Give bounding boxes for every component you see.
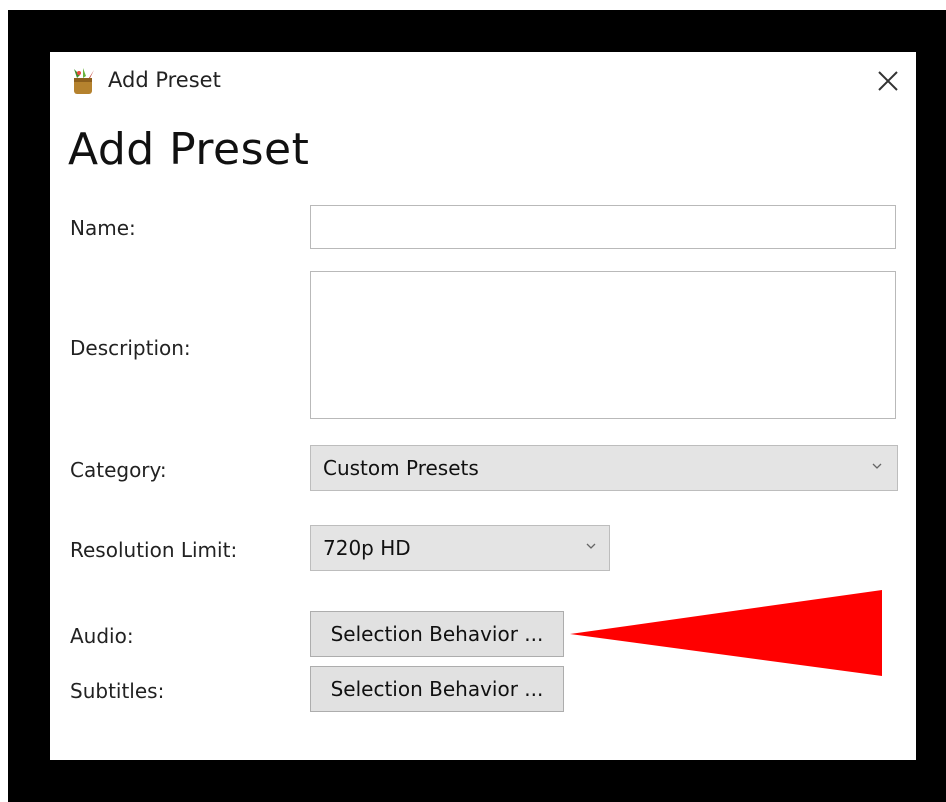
resolution-limit-selected-value: 720p HD (323, 536, 411, 560)
close-button[interactable] (870, 66, 906, 96)
chevron-down-icon (872, 463, 882, 469)
name-label: Name: (70, 216, 136, 240)
resolution-limit-dropdown[interactable]: 720p HD (310, 525, 610, 571)
window-title: Add Preset (108, 68, 221, 92)
category-label: Category: (70, 458, 167, 482)
category-dropdown[interactable]: Custom Presets (310, 445, 898, 491)
red-arrow-annotation (570, 590, 882, 676)
name-input[interactable] (310, 205, 896, 249)
audio-selection-behavior-button[interactable]: Selection Behavior ... (310, 611, 564, 657)
close-icon (878, 71, 898, 91)
subtitles-selection-behavior-button[interactable]: Selection Behavior ... (310, 666, 564, 712)
subtitles-label: Subtitles: (70, 679, 165, 703)
app-logo-icon (74, 68, 94, 94)
description-textarea[interactable] (310, 271, 896, 419)
chevron-down-icon (586, 543, 596, 549)
description-label: Description: (70, 336, 191, 360)
category-selected-value: Custom Presets (323, 456, 479, 480)
page-title: Add Preset (68, 124, 310, 175)
resolution-limit-label: Resolution Limit: (70, 538, 238, 562)
audio-label: Audio: (70, 624, 134, 648)
